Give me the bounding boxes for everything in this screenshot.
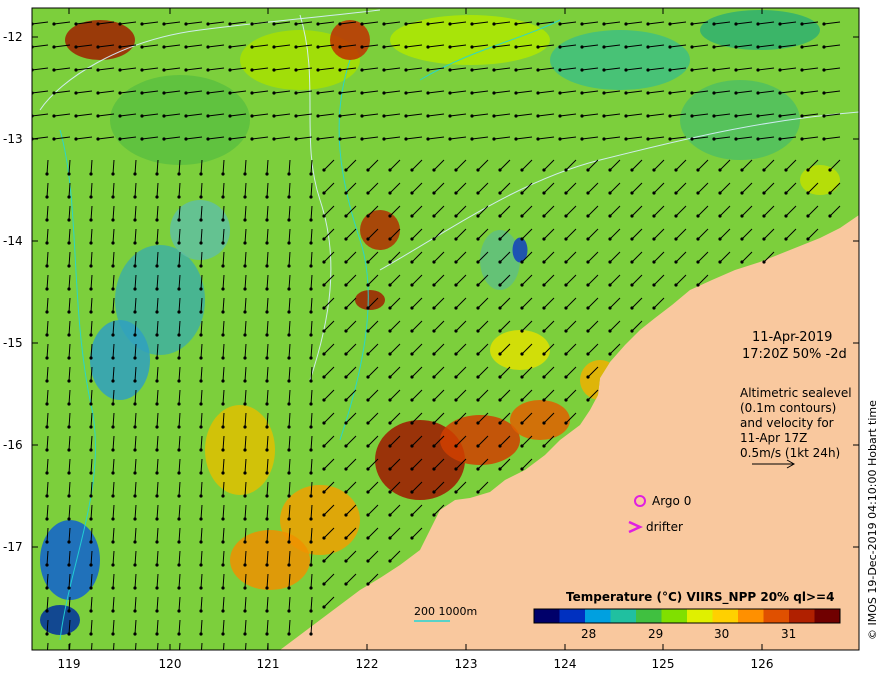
- description-line: (0.1m contours): [740, 401, 837, 415]
- colorbar-segment: [534, 609, 560, 623]
- colorbar-tick-label: 28: [581, 627, 597, 641]
- sst-map: [31, 7, 860, 651]
- lat-tick-label: -15: [3, 336, 23, 350]
- description-line: 11-Apr 17Z: [740, 431, 808, 445]
- colorbar-segment: [789, 609, 815, 623]
- argo-label: Argo 0: [652, 494, 692, 508]
- lat-tick-label: -16: [3, 438, 23, 452]
- temperature-colorbar: [533, 608, 841, 624]
- time-label: 17:20Z 50% -2d: [742, 347, 847, 362]
- description-line: Altimetric sealevel: [740, 386, 852, 400]
- description-line: and velocity for: [740, 416, 834, 430]
- lat-tick-label: -14: [3, 234, 23, 248]
- colorbar-segment: [687, 609, 713, 623]
- colorbar-segment: [585, 609, 611, 623]
- colorbar-title: Temperature (°C) VIIRS_NPP 20% ql>=4: [566, 590, 835, 604]
- colorbar-segment: [610, 609, 637, 623]
- lon-tick-label: 125: [651, 657, 675, 671]
- lat-tick-label: -12: [3, 30, 23, 44]
- credit-text: © IMOS 19-Dec-2019 04:10:00 Hobart time: [866, 400, 879, 640]
- lat-tick-label: -13: [3, 132, 23, 146]
- colorbar-tick-label: 30: [714, 627, 730, 641]
- lon-tick-label: 119: [57, 657, 81, 671]
- colorbar-segment: [814, 609, 841, 623]
- colorbar-segment: [712, 609, 739, 623]
- lon-tick-label: 123: [454, 657, 478, 671]
- colorbar-segment: [559, 609, 586, 623]
- lon-tick-label: 126: [750, 657, 774, 671]
- colorbar-segment: [636, 609, 662, 623]
- lon-tick-label: 120: [158, 657, 182, 671]
- velocity-scale-arrow-icon: [752, 459, 796, 469]
- drifter-label: drifter: [646, 520, 683, 534]
- bathymetry-legend-line-icon: [414, 620, 450, 622]
- bathymetry-legend-label: 200 1000m: [414, 605, 478, 618]
- date-label: 11-Apr-2019: [752, 330, 833, 345]
- lon-tick-label: 121: [256, 657, 280, 671]
- lon-tick-label: 122: [355, 657, 379, 671]
- colorbar-tick-label: 29: [648, 627, 664, 641]
- colorbar-segment: [738, 609, 764, 623]
- colorbar-tick-label: 31: [781, 627, 797, 641]
- colorbar-segment: [661, 609, 688, 623]
- lat-tick-label: -17: [3, 540, 23, 554]
- lon-tick-label: 124: [553, 657, 577, 671]
- colorbar-segment: [763, 609, 790, 623]
- drifter-marker-icon: [628, 520, 643, 534]
- argo-marker-icon: [634, 495, 646, 507]
